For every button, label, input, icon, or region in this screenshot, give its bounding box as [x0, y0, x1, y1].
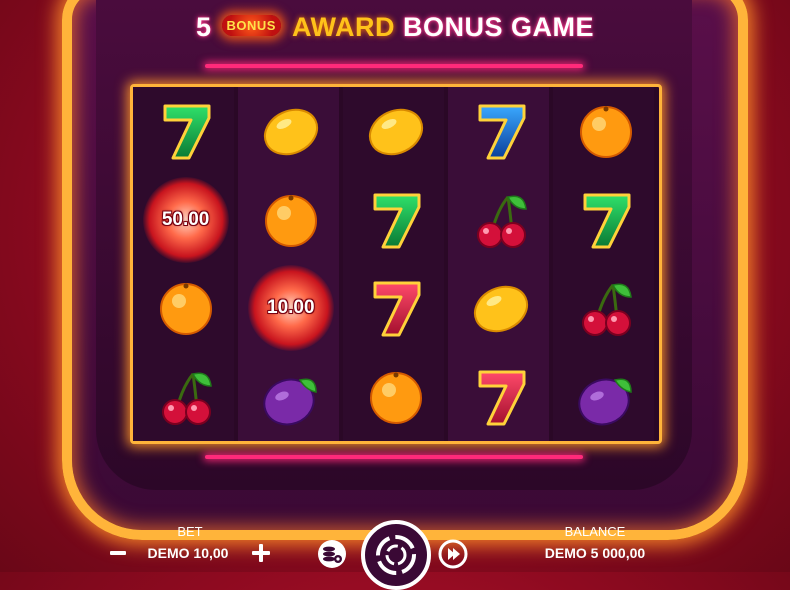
cherry-symbol: [133, 353, 238, 442]
plum-icon: [263, 378, 317, 426]
bet-decrease-button[interactable]: [106, 540, 130, 566]
cherry-symbol: [449, 176, 554, 265]
cherry-symbol: [554, 264, 659, 353]
orange-symbol: [343, 353, 448, 442]
seven-red-icon: [373, 281, 421, 337]
balance-label: BALANCE: [564, 524, 626, 539]
plum-symbol: [554, 353, 659, 442]
orange-icon: [264, 194, 317, 247]
seven-red-symbol: [343, 264, 448, 353]
cherry-icon: [582, 283, 633, 337]
seven-green-icon: [583, 193, 631, 249]
coin-icon: 50.00: [142, 176, 229, 263]
bonus-coin-symbol: 50.00: [133, 176, 238, 265]
seven-green-symbol: [343, 176, 448, 265]
plum-symbol: [238, 353, 343, 442]
title-count: 5: [195, 12, 212, 42]
lemon-icon: [474, 286, 529, 333]
seven-green-symbol: [554, 176, 659, 265]
seven-red-symbol: [449, 353, 554, 442]
orange-symbol: [238, 176, 343, 265]
seven-green-icon: [373, 193, 421, 249]
top-neon-line: [205, 64, 583, 68]
orange-symbol: [133, 264, 238, 353]
orange-icon: [369, 371, 422, 424]
title-rest: BONUS GAME: [403, 12, 595, 42]
reel-grid: 50.00 10.00: [130, 84, 662, 444]
title-award: AWARD: [291, 12, 395, 42]
bottom-neon-line: [205, 455, 583, 459]
bonus-badge: BONUS: [221, 15, 281, 37]
autoplay-button[interactable]: [316, 538, 348, 570]
turbo-button[interactable]: [437, 538, 469, 570]
seven-green-icon: [163, 104, 211, 160]
orange-symbol: [554, 87, 659, 176]
seven-green-symbol: [133, 87, 238, 176]
lemon-symbol: [238, 87, 343, 176]
balance-value: DEMO 5 000,00: [544, 545, 646, 561]
lemon-symbol: [343, 87, 448, 176]
lemon-icon: [263, 109, 318, 156]
cherry-icon: [477, 195, 528, 248]
lemon-symbol: [449, 264, 554, 353]
coin-icon: 10.00: [247, 265, 334, 352]
spin-icon: [376, 535, 416, 575]
bet-increase-button[interactable]: [248, 540, 274, 566]
cherry-icon: [161, 372, 212, 425]
coin-value: 50.00: [161, 208, 210, 230]
spin-button[interactable]: [361, 520, 431, 590]
seven-red-icon: [478, 370, 526, 426]
orange-icon: [159, 283, 212, 336]
plus-icon: [252, 544, 270, 562]
seven-blue-symbol: [449, 87, 554, 176]
coin-stack-settings-icon: [318, 540, 346, 568]
plum-icon: [578, 378, 633, 426]
minus-icon: [110, 551, 126, 555]
coin-value: 10.00: [267, 297, 315, 319]
bet-label: BET: [177, 524, 203, 539]
bonus-coin-symbol: 10.00: [238, 264, 343, 353]
bet-value: DEMO 10,00: [147, 545, 229, 561]
game-title: 5 BONUS AWARD BONUS GAME: [0, 12, 790, 43]
orange-icon: [580, 106, 633, 159]
lemon-icon: [368, 109, 424, 156]
seven-blue-icon: [478, 104, 526, 160]
fast-forward-circle-icon: [438, 539, 468, 569]
